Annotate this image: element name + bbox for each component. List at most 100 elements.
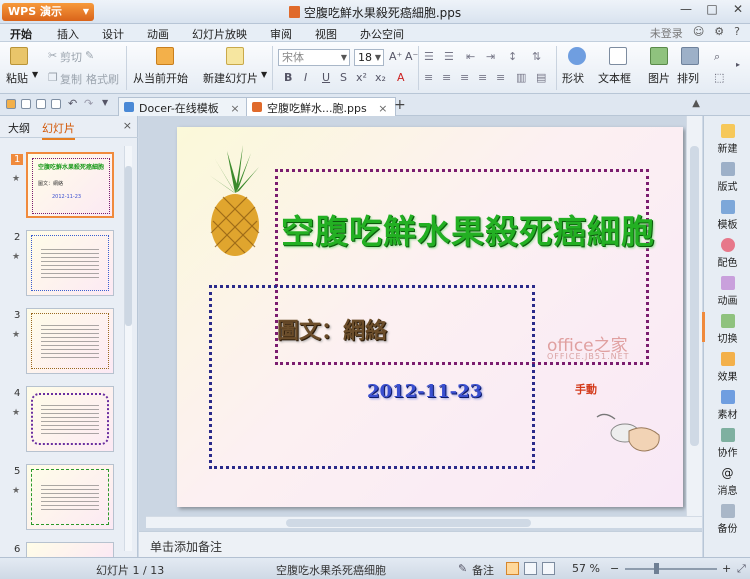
chevron-right-icon[interactable]: ▸ [736, 60, 740, 69]
cut-button[interactable]: 剪切 [60, 49, 82, 65]
layout-tool[interactable]: 版式 [704, 162, 750, 193]
animation-tool[interactable]: 动画 [704, 276, 750, 307]
new-slide-button[interactable]: 新建幻灯片 [203, 70, 258, 86]
print-icon[interactable] [36, 99, 46, 109]
tab-animation[interactable]: 动画 [147, 26, 169, 42]
slide-thumbnail-5[interactable] [26, 464, 114, 530]
paste-icon[interactable] [10, 47, 28, 65]
folder-icon[interactable] [6, 99, 16, 109]
tab-insert[interactable]: 插入 [57, 26, 79, 42]
slide[interactable]: 空腹吃鮮水果殺死癌細胞 圖文：網絡 office之家 OFFICE.JB51.N… [177, 127, 683, 507]
notes-toggle-icon[interactable]: ✎ [458, 562, 467, 575]
collaborate-tool[interactable]: 协作 [704, 428, 750, 459]
tab-outline[interactable]: 大纲 [8, 120, 30, 136]
slide-author[interactable]: 圖文：網絡 [277, 313, 387, 345]
copy-button[interactable]: 复制 [60, 71, 82, 87]
fit-window-icon[interactable]: ⤢ [737, 562, 746, 576]
slide-title[interactable]: 空腹吃鮮水果殺死癌細胞 [281, 205, 655, 253]
canvas-horizontal-scrollbar[interactable] [146, 516, 702, 528]
font-shrink-icon[interactable]: A⁻ [405, 50, 418, 63]
notes-toggle-button[interactable]: 备注 [472, 562, 494, 578]
maximize-button[interactable]: □ [704, 2, 720, 16]
increase-indent-icon[interactable]: ⇥ [486, 50, 495, 63]
italic-button[interactable]: I [304, 71, 307, 84]
slide-date[interactable]: 2012-11-23 [367, 381, 482, 402]
shape-button[interactable]: 形状 [562, 70, 584, 86]
slide-action-text[interactable]: 手動 [575, 381, 597, 397]
notes-pane[interactable]: 单击添加备注 [139, 531, 702, 557]
color-scheme-tool[interactable]: 配色 [704, 238, 750, 269]
save-icon[interactable] [21, 99, 31, 109]
textbox-button[interactable]: 文本框 [598, 70, 631, 86]
font-name-select[interactable]: 宋体 ▼ [278, 49, 350, 66]
decrease-indent-icon[interactable]: ⇤ [466, 50, 475, 63]
material-tool[interactable]: 素材 [704, 390, 750, 421]
slide-thumbnail-3[interactable] [26, 308, 114, 374]
justify-icon[interactable]: ≡ [478, 71, 487, 84]
backup-tool[interactable]: 备份 [704, 504, 750, 535]
settings-icon[interactable]: ⚙ [714, 25, 724, 41]
tab-slideshow[interactable]: 幻灯片放映 [192, 26, 247, 42]
align-right-icon[interactable]: ≡ [460, 71, 469, 84]
slide-sorter-button[interactable] [524, 562, 537, 575]
canvas-vertical-scrollbar[interactable] [686, 116, 702, 516]
tab-current-document[interactable]: 空腹吃鮮水...胞.pps × [246, 97, 397, 116]
close-icon[interactable]: × [378, 102, 387, 115]
format-painter-button[interactable]: 格式刷 [86, 71, 119, 87]
zoom-out-button[interactable]: − [610, 562, 619, 575]
arrange-button[interactable]: 排列 [677, 70, 699, 86]
text-direction-icon[interactable]: ⇅ [532, 50, 541, 63]
chevron-down-icon[interactable]: ▼ [261, 70, 267, 79]
template-tool[interactable]: 模板 [704, 200, 750, 231]
from-current-button[interactable]: 从当前开始 [133, 70, 188, 86]
font-grow-icon[interactable]: A⁺ [389, 50, 402, 63]
preview-icon[interactable] [51, 99, 61, 109]
underline-button[interactable]: U [322, 71, 330, 84]
slide-thumbnail-4[interactable] [26, 386, 114, 452]
superscript-icon[interactable]: x² [356, 71, 367, 84]
zoom-in-button[interactable]: + [722, 562, 731, 575]
new-tab-button[interactable]: + [394, 97, 406, 113]
help-icon[interactable]: ? [734, 25, 740, 41]
tab-slides[interactable]: 幻灯片 [42, 120, 75, 140]
picture-button[interactable]: 图片 [648, 70, 670, 86]
align-center-icon[interactable]: ≡ [442, 71, 451, 84]
normal-view-button[interactable] [506, 562, 519, 575]
tab-review[interactable]: 审阅 [270, 26, 292, 42]
paste-button[interactable]: 粘贴 [6, 70, 28, 86]
slideshow-button[interactable] [542, 562, 555, 575]
align-left-icon[interactable]: ≡ [424, 71, 433, 84]
slide-thumbnail-1[interactable]: 空腹吃鮮水果殺死癌細胞 圖文：網絡 2012-11-23 [26, 152, 114, 218]
tab-view[interactable]: 视图 [315, 26, 337, 42]
play-from-current-icon[interactable] [156, 47, 174, 65]
ribbon-collapse-icon[interactable]: ▲ [692, 98, 700, 109]
font-size-select[interactable]: 18 ▼ [354, 49, 384, 66]
distribute-icon[interactable]: ≡ [496, 71, 505, 84]
minimize-button[interactable]: — [678, 2, 694, 16]
numbered-list-icon[interactable]: ☰ [444, 50, 454, 63]
bullet-list-icon[interactable]: ☰ [424, 50, 434, 63]
tab-docer-templates[interactable]: Docer-在线模板 × [118, 97, 249, 116]
textbox-icon[interactable] [609, 47, 627, 65]
columns-icon[interactable]: ▥ [516, 71, 526, 84]
new-tool[interactable]: 新建 [704, 124, 750, 155]
chevron-down-icon[interactable]: ▼ [32, 70, 38, 79]
undo-icon[interactable]: ↶ [68, 97, 77, 110]
subscript-icon[interactable]: x₂ [375, 71, 386, 84]
effect-tool[interactable]: 效果 [704, 352, 750, 383]
login-link[interactable]: 未登录 [650, 25, 683, 41]
chevron-down-icon[interactable]: ▼ [102, 98, 108, 107]
close-icon[interactable]: × [123, 119, 132, 132]
font-color-icon[interactable]: A [397, 71, 405, 84]
zoom-slider[interactable] [625, 568, 717, 570]
user-icon[interactable]: ☺ [693, 25, 704, 41]
picture-icon[interactable] [650, 47, 668, 65]
find-icon[interactable]: ⌕ [714, 50, 720, 64]
select-icon[interactable]: ⬚ [714, 71, 724, 84]
tab-home[interactable]: 开始 [10, 26, 32, 42]
shadow-icon[interactable]: S [340, 71, 347, 84]
close-button[interactable]: ✕ [730, 2, 746, 16]
arrange-icon[interactable] [681, 47, 699, 65]
line-spacing-icon[interactable]: ↕ [508, 50, 517, 63]
slide-thumbnail-6[interactable] [26, 542, 114, 557]
